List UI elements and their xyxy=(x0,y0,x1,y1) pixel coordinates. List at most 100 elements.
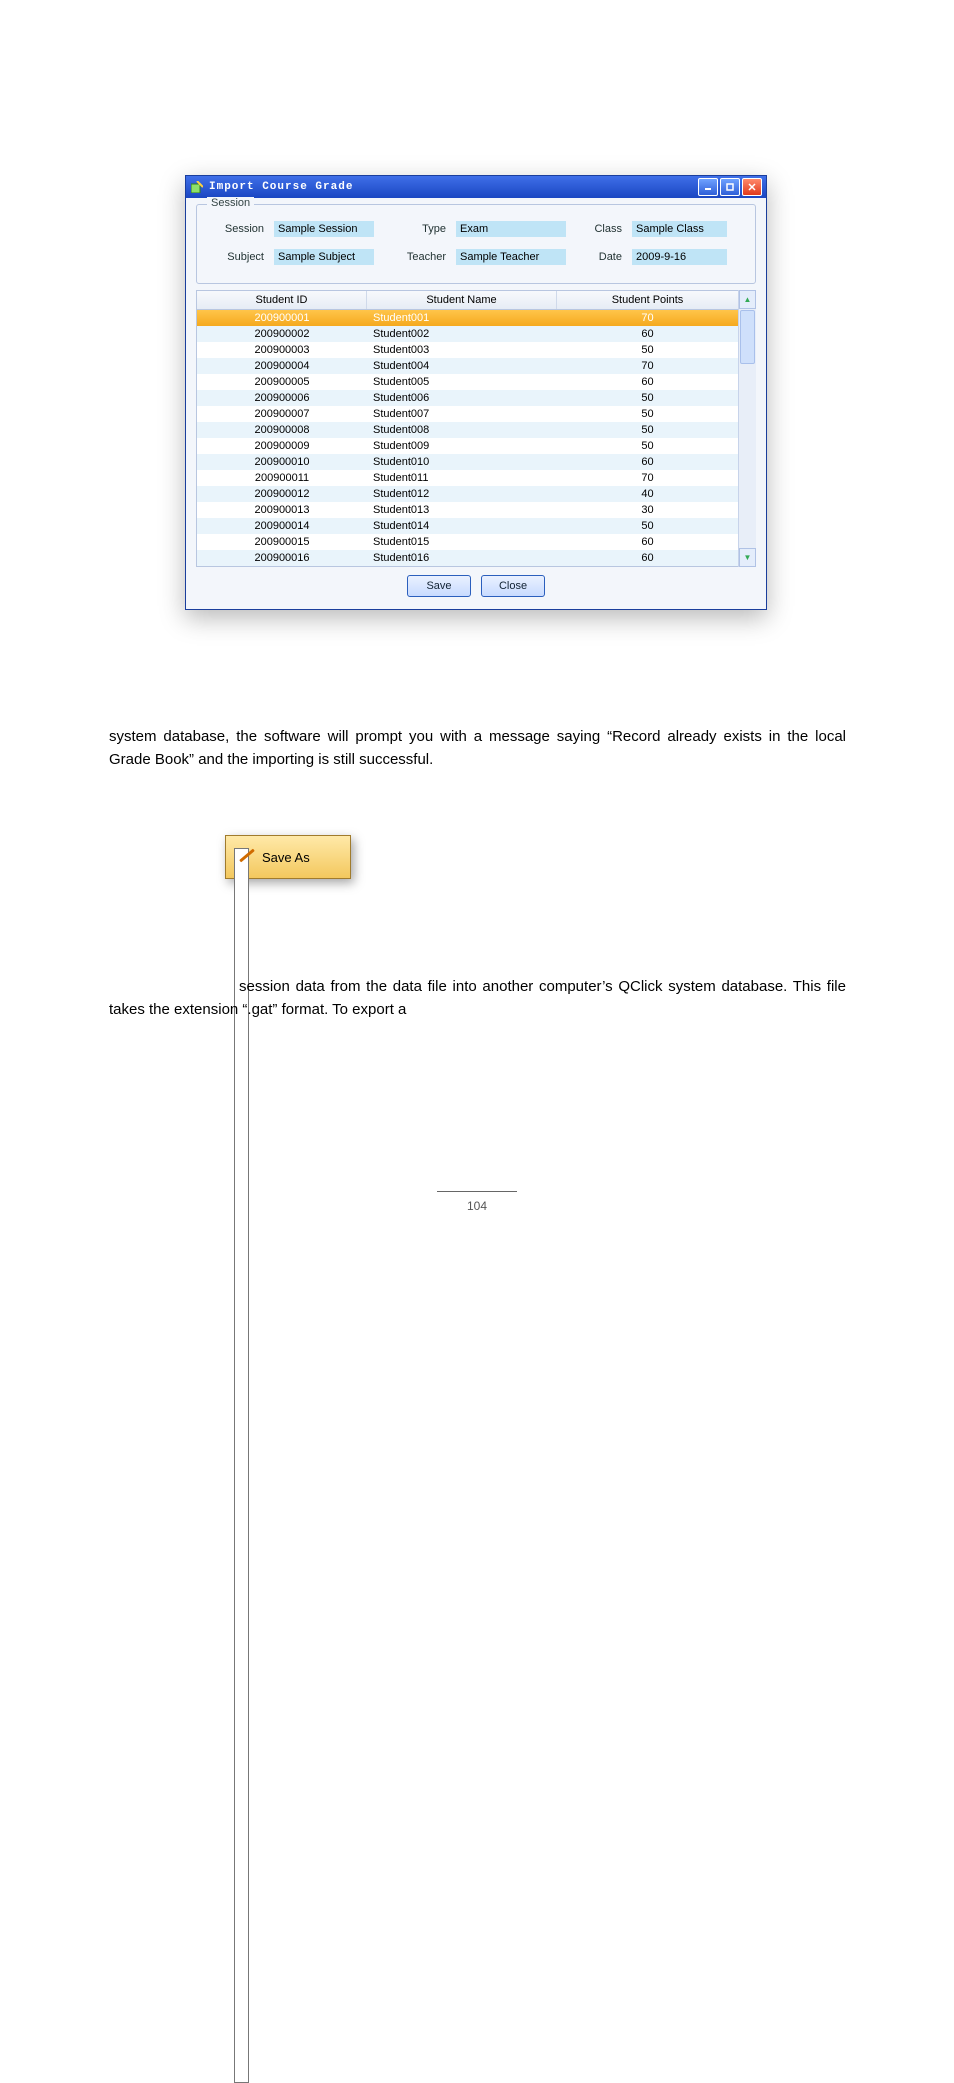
maximize-button[interactable] xyxy=(720,178,740,196)
save-as-icon xyxy=(234,846,256,868)
save-button[interactable]: Save xyxy=(407,575,471,597)
value-subject: Sample Subject xyxy=(274,249,374,265)
table-row[interactable]: 200900015Student01560 xyxy=(197,534,738,550)
save-as-label: Save As xyxy=(262,850,310,865)
app-icon xyxy=(190,180,204,194)
student-table[interactable]: Student ID Student Name Student Points 2… xyxy=(196,290,739,567)
value-type: Exam xyxy=(456,221,566,237)
cell-student-points: 50 xyxy=(557,518,738,534)
table-row[interactable]: 200900004Student00470 xyxy=(197,358,738,374)
cell-student-id: 200900002 xyxy=(197,326,367,342)
col-student-id[interactable]: Student ID xyxy=(197,291,367,309)
label-class: Class xyxy=(576,223,622,235)
cell-student-id: 200900013 xyxy=(197,502,367,518)
cell-student-points: 50 xyxy=(557,438,738,454)
cell-student-name: Student007 xyxy=(367,406,557,422)
scroll-track[interactable] xyxy=(739,365,756,548)
col-student-name[interactable]: Student Name xyxy=(367,291,557,309)
window-body: Session Session Sample Session Type Exam… xyxy=(186,198,766,609)
table-row[interactable]: 200900001Student00170 xyxy=(197,310,738,326)
cell-student-id: 200900007 xyxy=(197,406,367,422)
col-student-points[interactable]: Student Points xyxy=(557,291,738,309)
table-row[interactable]: 200900014Student01450 xyxy=(197,518,738,534)
cell-student-points: 30 xyxy=(557,502,738,518)
value-date: 2009-9-16 xyxy=(632,249,727,265)
value-class: Sample Class xyxy=(632,221,727,237)
cell-student-id: 200900008 xyxy=(197,422,367,438)
label-type: Type xyxy=(384,223,446,235)
page-footer: 104 xyxy=(0,1185,954,1213)
cell-student-id: 200900012 xyxy=(197,486,367,502)
table-header: Student ID Student Name Student Points xyxy=(197,291,738,310)
cell-student-id: 200900011 xyxy=(197,470,367,486)
table-row[interactable]: 200900012Student01240 xyxy=(197,486,738,502)
cell-student-id: 200900005 xyxy=(197,374,367,390)
table-row[interactable]: 200900006Student00650 xyxy=(197,390,738,406)
page-number: 104 xyxy=(467,1199,487,1213)
label-teacher: Teacher xyxy=(384,251,446,263)
cell-student-id: 200900014 xyxy=(197,518,367,534)
footer-line xyxy=(437,1191,517,1192)
cell-student-name: Student015 xyxy=(367,534,557,550)
table-body: 200900001Student00170200900002Student002… xyxy=(197,310,738,566)
cell-student-name: Student012 xyxy=(367,486,557,502)
cell-student-name: Student008 xyxy=(367,422,557,438)
table-row[interactable]: 200900008Student00850 xyxy=(197,422,738,438)
page-icon xyxy=(234,848,249,2083)
cell-student-id: 200900003 xyxy=(197,342,367,358)
label-subject: Subject xyxy=(209,251,264,263)
student-table-area: Student ID Student Name Student Points 2… xyxy=(196,290,756,567)
titlebar[interactable]: Import Course Grade xyxy=(186,176,766,198)
value-session: Sample Session xyxy=(274,221,374,237)
cell-student-points: 70 xyxy=(557,310,738,326)
table-scrollbar[interactable]: ▲ ▼ xyxy=(738,290,756,567)
cell-student-id: 200900010 xyxy=(197,454,367,470)
table-row[interactable]: 200900007Student00750 xyxy=(197,406,738,422)
scroll-down-button[interactable]: ▼ xyxy=(739,548,756,567)
cell-student-id: 200900001 xyxy=(197,310,367,326)
cell-student-name: Student016 xyxy=(367,550,557,566)
cell-student-id: 200900016 xyxy=(197,550,367,566)
button-bar: Save Close xyxy=(196,567,756,601)
label-date: Date xyxy=(576,251,622,263)
table-row[interactable]: 200900003Student00350 xyxy=(197,342,738,358)
cell-student-points: 70 xyxy=(557,470,738,486)
import-course-grade-window: Import Course Grade Session Session Samp… xyxy=(185,175,767,610)
cell-student-points: 70 xyxy=(557,358,738,374)
window-title: Import Course Grade xyxy=(209,181,698,193)
table-row[interactable]: 200900002Student00260 xyxy=(197,326,738,342)
scroll-thumb[interactable] xyxy=(740,310,755,364)
table-row[interactable]: 200900011Student01170 xyxy=(197,470,738,486)
cell-student-name: Student009 xyxy=(367,438,557,454)
cell-student-name: Student010 xyxy=(367,454,557,470)
close-button[interactable] xyxy=(742,178,762,196)
cell-student-name: Student006 xyxy=(367,390,557,406)
table-row[interactable]: 200900013Student01330 xyxy=(197,502,738,518)
table-row[interactable]: 200900009Student00950 xyxy=(197,438,738,454)
cell-student-points: 50 xyxy=(557,342,738,358)
cell-student-points: 40 xyxy=(557,486,738,502)
table-row[interactable]: 200900016Student01660 xyxy=(197,550,738,566)
scroll-up-button[interactable]: ▲ xyxy=(739,290,756,309)
cell-student-name: Student005 xyxy=(367,374,557,390)
cell-student-name: Student001 xyxy=(367,310,557,326)
cell-student-id: 200900009 xyxy=(197,438,367,454)
cell-student-id: 200900015 xyxy=(197,534,367,550)
save-as-button-graphic: Save As xyxy=(225,835,351,879)
table-row[interactable]: 200900010Student01060 xyxy=(197,454,738,470)
session-group-legend: Session xyxy=(207,197,254,209)
table-row[interactable]: 200900005Student00560 xyxy=(197,374,738,390)
minimize-button[interactable] xyxy=(698,178,718,196)
cell-student-name: Student013 xyxy=(367,502,557,518)
cell-student-points: 60 xyxy=(557,374,738,390)
body-paragraph-1: system database, the software will promp… xyxy=(109,725,846,772)
cell-student-points: 60 xyxy=(557,454,738,470)
body-paragraph-2: session data from the data file into ano… xyxy=(109,975,846,1022)
value-teacher: Sample Teacher xyxy=(456,249,566,265)
cell-student-name: Student002 xyxy=(367,326,557,342)
label-session: Session xyxy=(209,223,264,235)
cell-student-points: 60 xyxy=(557,534,738,550)
cell-student-name: Student003 xyxy=(367,342,557,358)
cell-student-points: 60 xyxy=(557,550,738,566)
close-button-2[interactable]: Close xyxy=(481,575,545,597)
